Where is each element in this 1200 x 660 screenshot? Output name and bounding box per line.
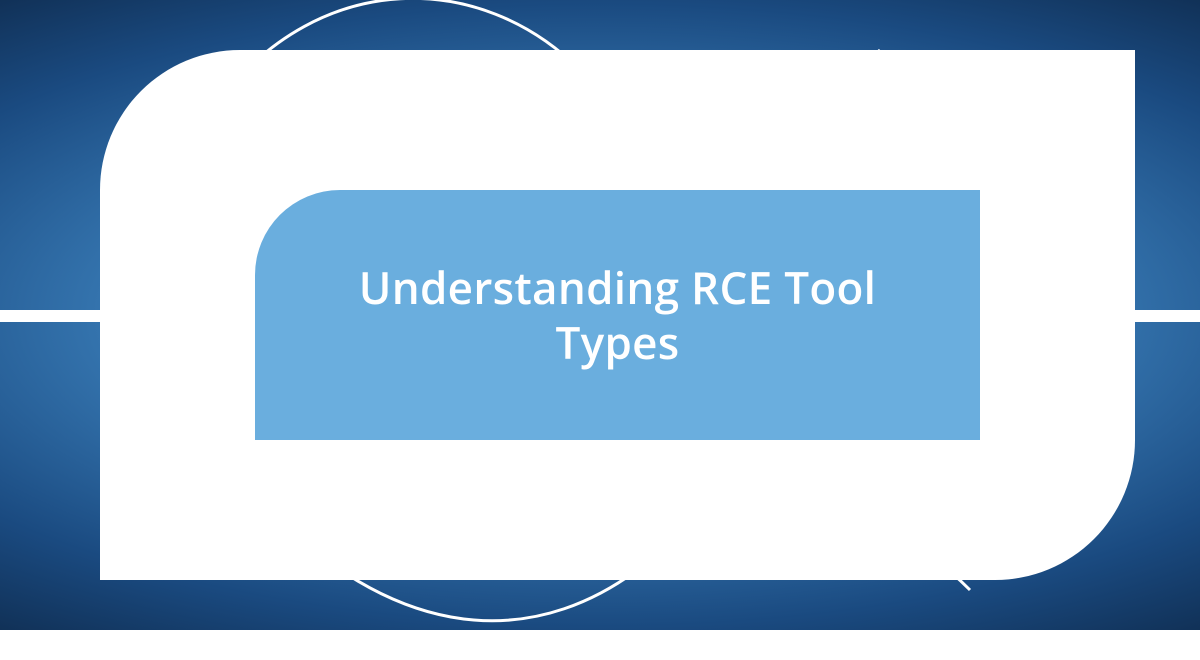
horizontal-bar-right	[1135, 310, 1200, 322]
banner-title: Understanding RCE Tool Types	[325, 260, 910, 370]
horizontal-bar-left	[0, 310, 100, 322]
inner-blue-shape: Understanding RCE Tool Types	[255, 190, 980, 440]
